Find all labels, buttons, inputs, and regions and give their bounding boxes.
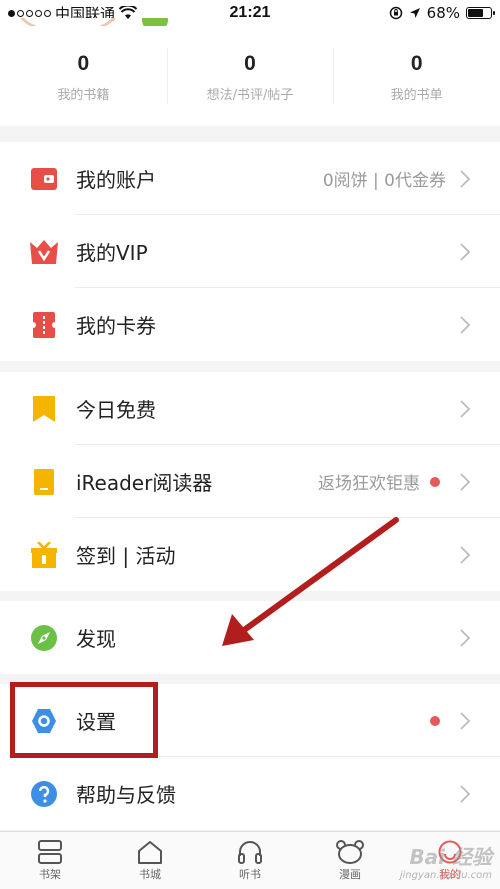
chevron-right-icon xyxy=(456,543,474,567)
menu-item-label: 我的账户 xyxy=(76,168,156,192)
menu-item-coupons[interactable]: 我的卡券 xyxy=(0,288,500,361)
menu-item-label: 我的VIP xyxy=(76,241,148,265)
signal-strength-icon xyxy=(8,9,51,17)
chevron-right-icon xyxy=(456,709,474,733)
vip-crown-icon xyxy=(30,238,58,266)
headphones-icon xyxy=(238,840,262,864)
watermark-main: Bai 经验 xyxy=(409,845,492,869)
menu-item-label: 签到 | 活动 xyxy=(76,544,176,568)
tab-label: 漫画 xyxy=(339,867,361,881)
chevron-right-icon xyxy=(456,167,474,191)
stat-value: 0 xyxy=(77,52,90,75)
bear-icon xyxy=(336,839,364,864)
stat-label: 想法/书评/帖子 xyxy=(206,88,294,103)
chevron-right-icon xyxy=(456,240,474,264)
bookshelf-icon xyxy=(38,839,62,864)
chevron-right-icon xyxy=(456,313,474,337)
menu-item-discover[interactable]: 发现 xyxy=(0,601,500,674)
notification-dot xyxy=(430,715,440,726)
wallet-icon xyxy=(30,165,58,193)
menu-item-label: iReader阅读器 xyxy=(76,471,213,495)
section-activities: 今日免费 iReader阅读器 返场狂欢钜惠 签到 | 活动 xyxy=(0,372,500,591)
chevron-right-icon xyxy=(456,397,474,421)
tab-comics[interactable]: 漫画 xyxy=(300,832,400,889)
chevron-right-icon xyxy=(456,626,474,650)
status-time: 21:21 xyxy=(229,4,271,21)
tab-label: 书架 xyxy=(39,867,61,881)
tab-label: 听书 xyxy=(239,867,261,881)
menu-item-label: 我的卡券 xyxy=(76,314,156,338)
compass-icon xyxy=(30,624,58,652)
location-icon xyxy=(409,8,420,18)
section-discover: 发现 xyxy=(0,601,500,674)
watermark-sub: jingyan.baidu.com xyxy=(399,870,492,881)
menu-item-help[interactable]: 帮助与反馈 xyxy=(0,757,500,830)
stat-value: 0 xyxy=(410,52,423,75)
promo-text: 返场狂欢钜惠 xyxy=(318,474,420,494)
menu-item-ireader[interactable]: iReader阅读器 返场狂欢钜惠 xyxy=(0,445,500,518)
watermark: Bai 经验 jingyan.baidu.com xyxy=(400,841,492,881)
highlight-box xyxy=(10,682,158,758)
menu-item-value: 0阅饼 | 0代金券 xyxy=(322,171,446,191)
section-account: 我的账户 0阅饼 | 0代金券 我的VIP 我的卡券 xyxy=(0,142,500,361)
menu-item-label: 今日免费 xyxy=(76,398,156,422)
stat-value: 0 xyxy=(244,52,256,75)
stats-bar: 0 我的书籍 0 想法/书评/帖子 0 我的书单 xyxy=(0,26,500,126)
stat-my-books[interactable]: 0 我的书籍 xyxy=(0,26,167,126)
menu-item-account[interactable]: 我的账户 0阅饼 | 0代金券 xyxy=(0,142,500,215)
ereader-icon xyxy=(30,468,58,496)
notification-dot xyxy=(430,476,440,487)
tab-audiobooks[interactable]: 听书 xyxy=(200,832,300,889)
home-icon xyxy=(138,840,162,864)
help-icon xyxy=(30,780,58,808)
chevron-right-icon xyxy=(456,470,474,494)
menu-item-free-today[interactable]: 今日免费 xyxy=(0,372,500,445)
coupon-icon xyxy=(30,311,58,339)
menu-item-signin[interactable]: 签到 | 活动 xyxy=(0,518,500,591)
stat-booklists[interactable]: 0 我的书单 xyxy=(333,26,500,126)
menu-item-label: 帮助与反馈 xyxy=(76,783,176,807)
stat-label: 我的书单 xyxy=(390,88,443,103)
orientation-lock-icon xyxy=(389,6,402,20)
battery-percent: 68% xyxy=(426,4,460,22)
stat-thoughts[interactable]: 0 想法/书评/帖子 xyxy=(166,26,334,126)
gift-icon xyxy=(30,541,58,569)
chevron-right-icon xyxy=(456,782,474,806)
battery-icon xyxy=(466,7,495,19)
tab-label: 书城 xyxy=(139,867,161,881)
menu-item-label: 发现 xyxy=(76,627,116,651)
tab-bookshelf[interactable]: 书架 xyxy=(0,832,100,889)
stat-label: 我的书籍 xyxy=(57,88,110,103)
bookmark-icon xyxy=(30,395,58,423)
menu-item-vip[interactable]: 我的VIP xyxy=(0,215,500,288)
tab-bookstore[interactable]: 书城 xyxy=(100,832,200,889)
